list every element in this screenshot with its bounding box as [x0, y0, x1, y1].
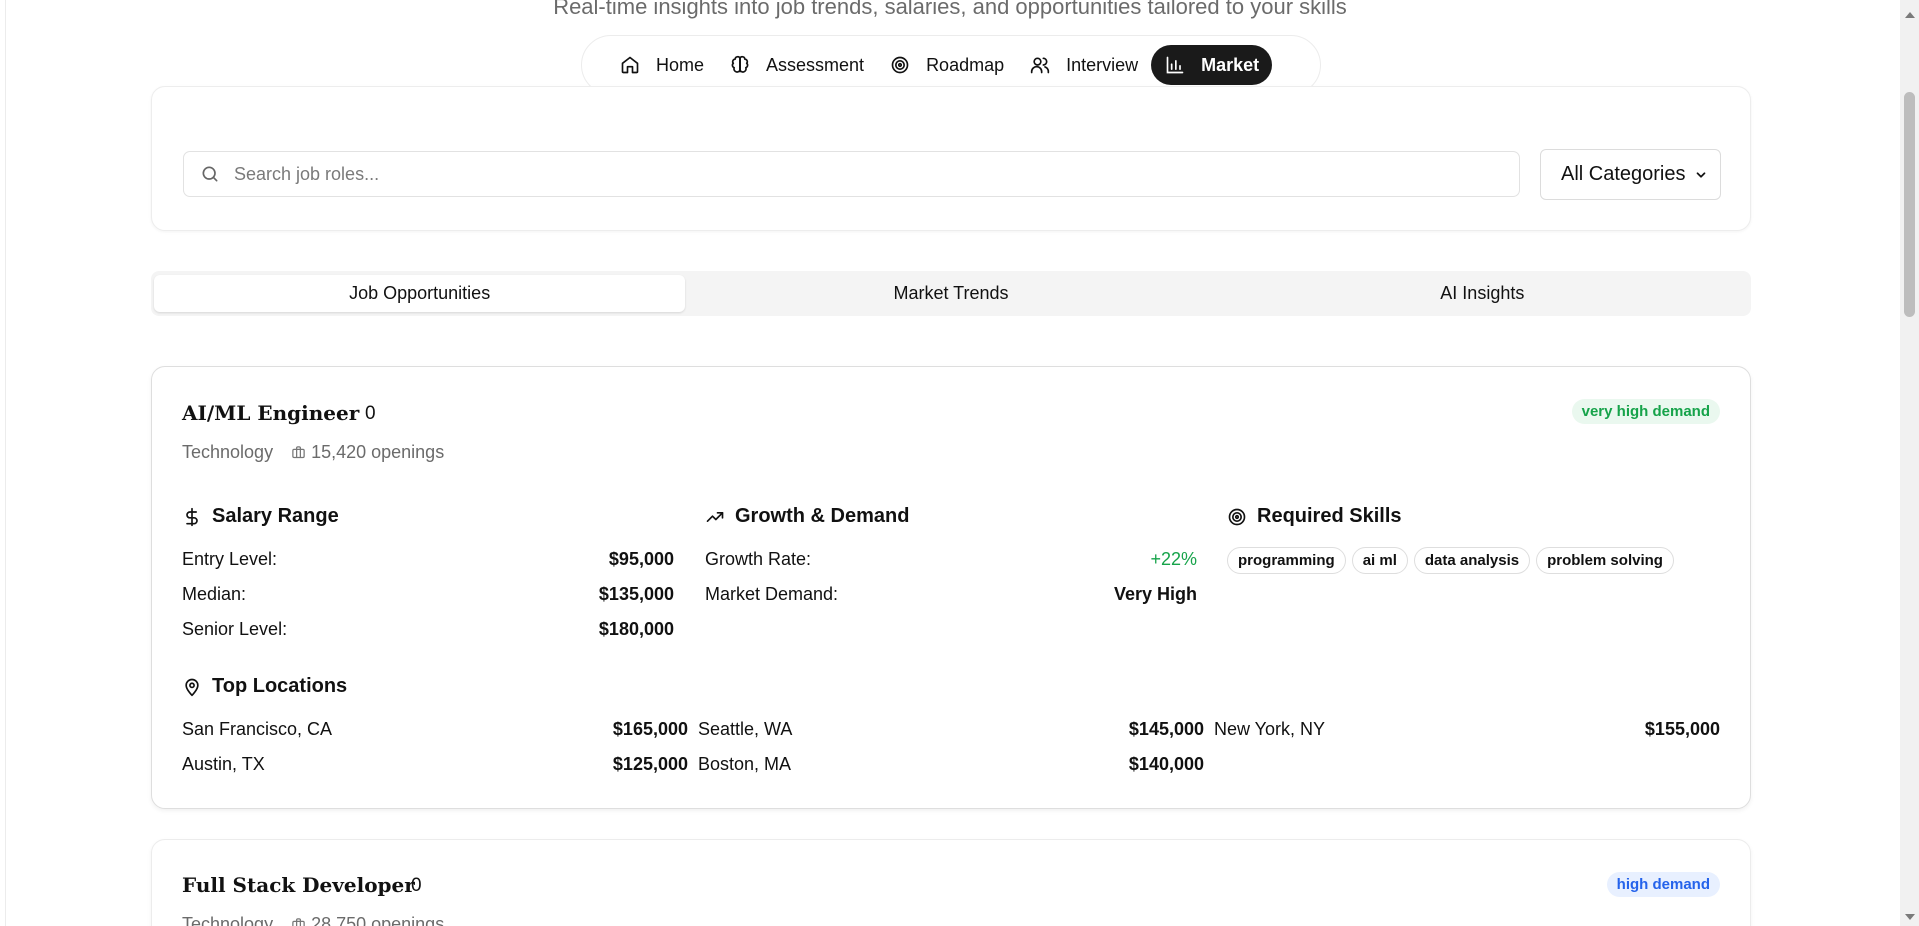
home-icon	[621, 56, 639, 74]
job-count: 0	[411, 875, 422, 896]
growth-rate-label: Growth Rate:	[705, 549, 812, 569]
target-icon	[1228, 508, 1246, 525]
briefcase-icon	[292, 918, 305, 926]
nav-label: Home	[656, 54, 705, 75]
job-meta: Technology 28,750 openings	[182, 914, 444, 926]
salary-senior-row: Senior Level: $180,000	[182, 619, 674, 640]
growth-title: Growth & Demand	[735, 505, 910, 527]
category-select[interactable]: All Categories	[1540, 149, 1721, 200]
job-card[interactable]: AI/ML Engineer 0 Technology 15,420 openi…	[151, 366, 1751, 809]
job-title: Full Stack Developer	[182, 873, 415, 897]
market-demand-row: Market Demand: Very High	[705, 584, 1197, 605]
salary-title: Salary Range	[212, 505, 339, 527]
tab-ai-insights[interactable]: AI Insights	[1217, 275, 1748, 312]
location-salary: $145,000	[1128, 719, 1204, 739]
location-city: Austin, TX	[182, 754, 265, 774]
location-city: New York, NY	[1214, 719, 1326, 739]
salary-median-label: Median:	[182, 584, 247, 604]
location-salary: $155,000	[1644, 719, 1720, 739]
job-openings-text: 28,750 openings	[311, 914, 445, 926]
market-demand-value: Very High	[1113, 584, 1197, 604]
nav-item-home[interactable]: Home	[607, 45, 717, 85]
job-meta: Technology 15,420 openings	[182, 442, 444, 463]
salary-section-title: Salary Range	[182, 505, 339, 528]
nav-item-market[interactable]: Market	[1151, 45, 1273, 85]
job-openings: 28,750 openings	[291, 914, 444, 926]
salary-entry-row: Entry Level: $95,000	[182, 549, 674, 570]
job-category: Technology	[182, 914, 274, 926]
salary-entry-value: $95,000	[608, 549, 674, 569]
nav-item-roadmap[interactable]: Roadmap	[877, 45, 1017, 85]
salary-entry-label: Entry Level:	[182, 549, 278, 569]
salary-median-value: $135,000	[598, 584, 674, 604]
users-icon	[1030, 57, 1050, 74]
nav-item-assessment[interactable]: Assessment	[717, 45, 877, 85]
job-openings: 15,420 openings	[291, 442, 444, 463]
scroll-down-arrow[interactable]	[1905, 914, 1915, 920]
search-input[interactable]: Search job roles...	[183, 151, 1520, 197]
nav-label: Assessment	[766, 54, 865, 75]
location-row: New York, NY $155,000	[1214, 719, 1720, 740]
salary-senior-value: $180,000	[598, 619, 674, 639]
bar-chart-icon	[1166, 56, 1184, 74]
salary-median-row: Median: $135,000	[182, 584, 674, 605]
tab-job-opportunities[interactable]: Job Opportunities	[154, 275, 686, 312]
skills-section-title: Required Skills	[1227, 505, 1402, 528]
job-openings-text: 15,420 openings	[311, 442, 445, 462]
page-subtitle: Real-time insights into job trends, sala…	[553, 0, 1347, 19]
location-salary: $140,000	[1128, 754, 1204, 774]
left-border	[0, 0, 6, 926]
scrollbar-thumb[interactable]	[1904, 92, 1915, 317]
skill-chip: ai ml	[1351, 547, 1408, 574]
job-title: AI/ML Engineer	[182, 401, 360, 425]
view-tabs: Job Opportunities Market Trends AI Insig…	[151, 271, 1751, 316]
search-icon	[202, 166, 218, 182]
growth-rate-row: Growth Rate: +22%	[705, 549, 1197, 570]
map-pin-icon	[185, 678, 199, 696]
scroll-up-arrow[interactable]	[1905, 12, 1915, 18]
dollar-icon	[186, 507, 198, 526]
location-city: San Francisco, CA	[182, 719, 333, 739]
market-demand-label: Market Demand:	[705, 584, 839, 604]
skill-chip: problem solving	[1536, 547, 1674, 574]
location-salary: $125,000	[612, 754, 688, 774]
location-row: San Francisco, CA $165,000	[182, 719, 688, 740]
search-card: Search job roles... All Categories	[151, 86, 1751, 231]
chevron-down-icon	[1696, 171, 1706, 178]
locations-section-title: Top Locations	[182, 675, 347, 698]
location-row: Boston, MA $140,000	[698, 754, 1204, 775]
job-card[interactable]: Full Stack Developer 0 Technology 28,750…	[151, 839, 1751, 926]
skills-list: programming ai ml data analysis problem …	[1227, 547, 1674, 574]
location-row: Seattle, WA $145,000	[698, 719, 1204, 740]
nav-label: Interview	[1066, 54, 1139, 75]
job-count: 0	[365, 403, 376, 424]
growth-section-title: Growth & Demand	[705, 505, 909, 528]
nav-label: Market	[1201, 54, 1260, 75]
skill-chip: programming	[1227, 547, 1346, 574]
demand-badge: very high demand	[1571, 399, 1720, 424]
salary-senior-label: Senior Level:	[182, 619, 288, 639]
job-category: Technology	[182, 442, 274, 462]
briefcase-icon	[292, 446, 305, 459]
tab-market-trends[interactable]: Market Trends	[685, 275, 1216, 312]
page: Real-time insights into job trends, sala…	[0, 0, 1919, 926]
location-city: Seattle, WA	[698, 719, 793, 739]
location-row: Austin, TX $125,000	[182, 754, 688, 775]
demand-badge: high demand	[1606, 872, 1720, 897]
nav-label: Roadmap	[926, 54, 1005, 75]
location-city: Boston, MA	[698, 754, 792, 774]
skills-title: Required Skills	[1257, 505, 1402, 527]
nav-item-interview[interactable]: Interview	[1017, 45, 1151, 85]
growth-rate-value: +22%	[1150, 549, 1197, 569]
vertical-scrollbar[interactable]	[1900, 0, 1919, 926]
trending-up-icon	[706, 511, 724, 522]
search-placeholder: Search job roles...	[234, 163, 380, 184]
target-icon	[891, 56, 909, 74]
category-select-value: All Categories	[1561, 163, 1686, 185]
skill-chip: data analysis	[1413, 547, 1531, 574]
locations-title: Top Locations	[212, 675, 348, 697]
brain-icon	[731, 55, 749, 73]
location-salary: $165,000	[612, 719, 688, 739]
